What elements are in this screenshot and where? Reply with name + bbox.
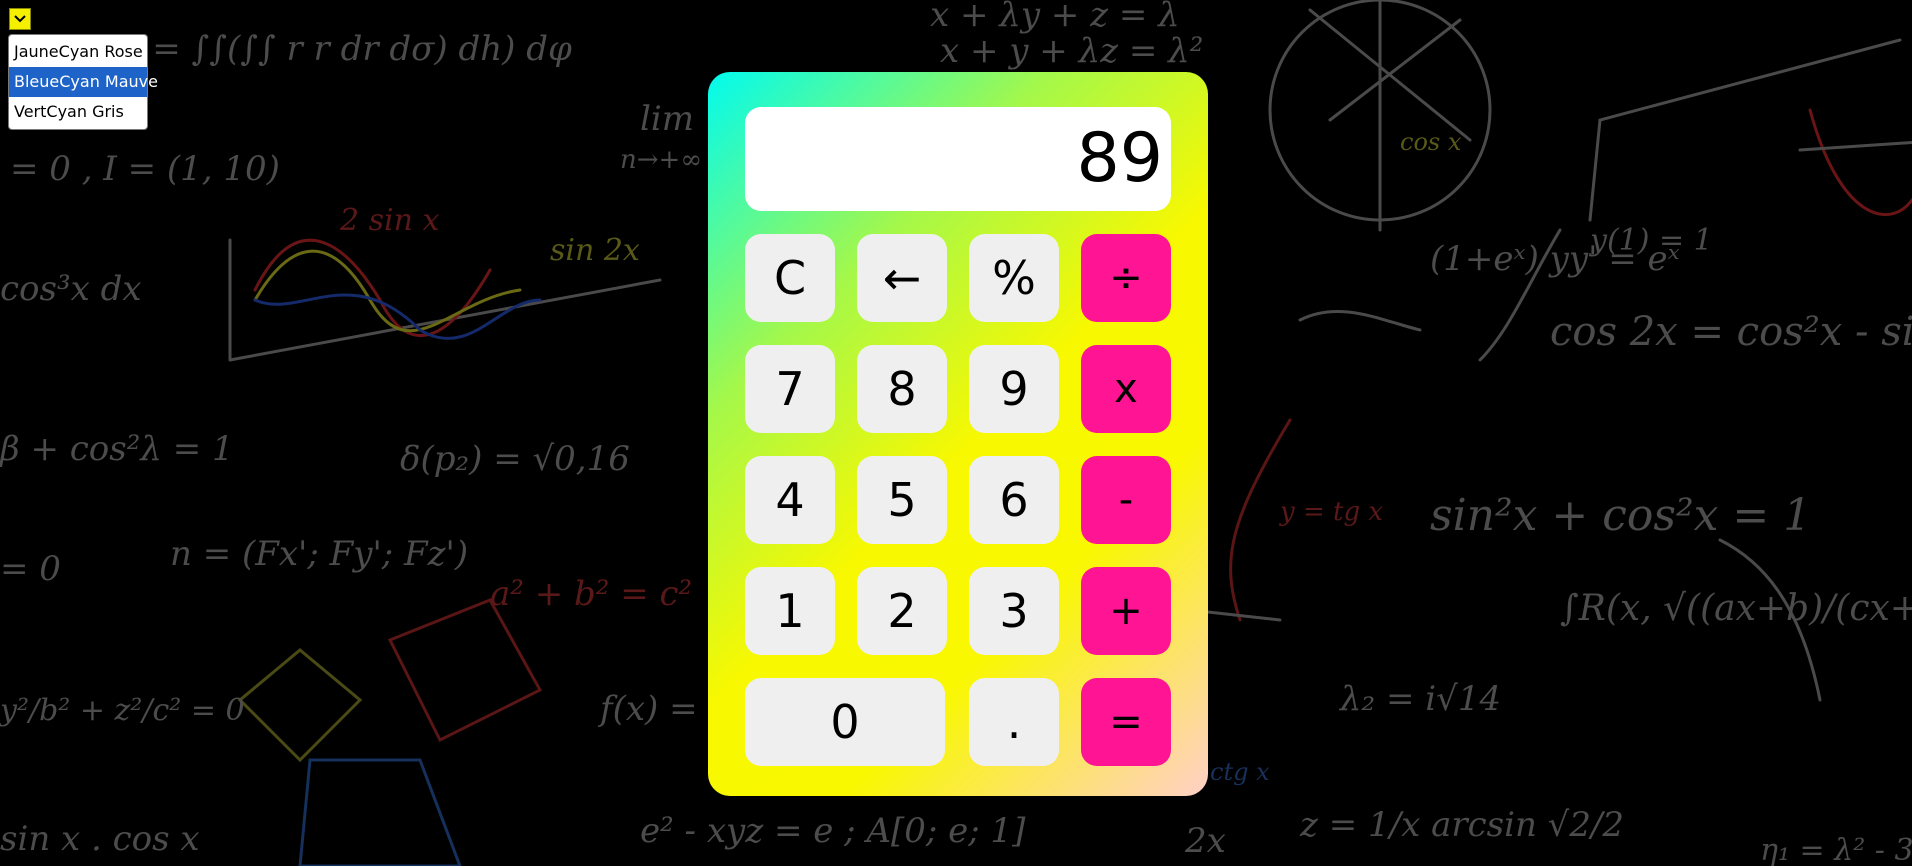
svg-text:x + λy + z = λ: x + λy + z = λ [930,0,1180,35]
divide-button[interactable]: ÷ [1081,234,1171,322]
svg-text:lim: lim [640,99,694,139]
svg-text:f(x) =: f(x) = [597,689,698,729]
svg-text:y = tg x: y = tg x [1279,497,1383,527]
theme-dropdown-toggle[interactable] [9,8,31,30]
svg-text:cos x: cos x [1400,128,1462,156]
decimal-button[interactable]: . [969,678,1059,766]
svg-text:a² + b² = c²: a² + b² = c² [490,574,692,614]
svg-text:y(1) = 1: y(1) = 1 [1588,223,1713,258]
theme-option-jaunecyan-rose[interactable]: JauneCyan Rose [9,37,147,67]
digit-6-button[interactable]: 6 [969,456,1059,544]
svg-text:y²/b² + z²/c² = 0: y²/b² + z²/c² = 0 [0,693,245,728]
theme-option-vertcyan-gris[interactable]: VertCyan Gris [9,97,147,127]
app-window: x dy dz = ∫∫(∫∫ r r dr dσ) dh) dφ x + λy… [0,0,1912,866]
chevron-down-icon [14,15,26,23]
svg-text:sin x . cos x: sin x . cos x [0,819,200,859]
svg-text:= 0: = 0 [0,549,61,589]
subtract-button[interactable]: - [1081,456,1171,544]
svg-text:∫R(x, √((ax+b)/(cx+d))) dx: ∫R(x, √((ax+b)/(cx+d))) dx [1560,588,1912,629]
calculator: 89 C ← % ÷ 7 8 9 x 4 5 6 - 1 2 3 + 0 . = [708,72,1208,796]
svg-text:e² - xyz = e ; A[0; e; 1]: e² - xyz = e ; A[0; e; 1] [640,811,1026,851]
svg-text:cos 2x = cos²x - si: cos 2x = cos²x - si [1550,309,1912,355]
svg-text:cos³x dx: cos³x dx [0,269,142,309]
digit-0-button[interactable]: 0 [745,678,945,766]
digit-4-button[interactable]: 4 [745,456,835,544]
svg-text:x + y + λz = λ²: x + y + λz = λ² [940,31,1203,71]
digit-5-button[interactable]: 5 [857,456,947,544]
digit-1-button[interactable]: 1 [745,567,835,655]
svg-text:n = (Fx'; Fy'; Fz'): n = (Fx'; Fy'; Fz') [170,534,468,574]
svg-text:δ(p₂) = √0,16: δ(p₂) = √0,16 [400,439,630,479]
add-button[interactable]: + [1081,567,1171,655]
svg-text:2 sin x: 2 sin x [339,203,439,238]
equals-button[interactable]: = [1081,678,1171,766]
svg-text:= 0 , I = (1, 10): = 0 , I = (1, 10) [10,149,280,189]
svg-text:λ₂ = i√14: λ₂ = i√14 [1338,679,1501,719]
digit-3-button[interactable]: 3 [969,567,1059,655]
digit-7-button[interactable]: 7 [745,345,835,433]
svg-text:2x: 2x [1184,821,1226,861]
svg-text:sin 2x: sin 2x [550,233,640,268]
svg-text:n→+∞: n→+∞ [620,145,702,175]
digit-8-button[interactable]: 8 [857,345,947,433]
svg-text:ctg x: ctg x [1210,758,1270,786]
clear-button[interactable]: C [745,234,835,322]
svg-text:β + cos²λ = 1: β + cos²λ = 1 [0,429,234,469]
svg-text:η₁ = λ² - 3: η₁ = λ² - 3 [1760,833,1912,866]
theme-option-bleuecyan-mauve[interactable]: BleueCyan Mauve [9,67,158,97]
backspace-button[interactable]: ← [857,234,947,322]
percent-button[interactable]: % [969,234,1059,322]
svg-text:sin²x + cos²x = 1: sin²x + cos²x = 1 [1430,490,1811,541]
digit-9-button[interactable]: 9 [969,345,1059,433]
multiply-button[interactable]: x [1081,345,1171,433]
theme-menu: JauneCyan Rose BleueCyan Mauve VertCyan … [8,34,158,130]
calculator-display: 89 [745,107,1171,211]
svg-text:z = 1/x arcsin √2/2: z = 1/x arcsin √2/2 [1299,805,1624,845]
digit-2-button[interactable]: 2 [857,567,947,655]
